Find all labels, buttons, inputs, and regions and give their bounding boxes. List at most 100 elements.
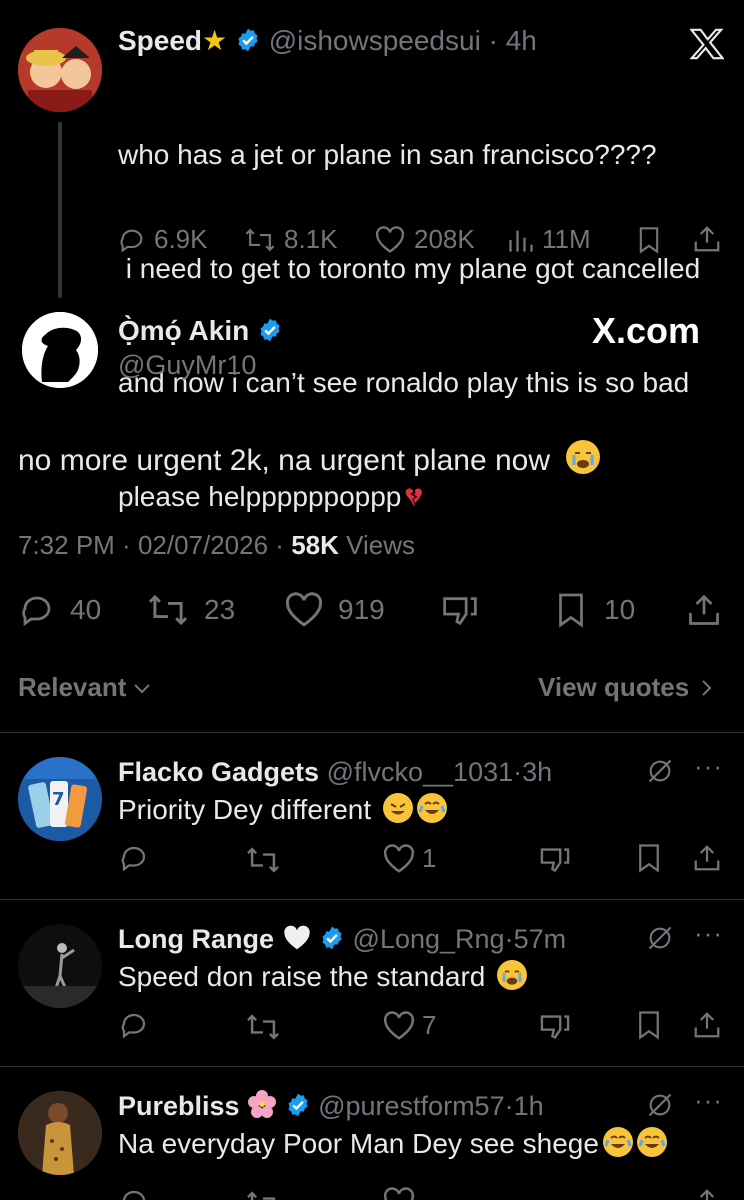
share-icon [689,594,719,625]
views-button[interactable]: 11M [508,224,591,255]
author-name[interactable]: Flacko Gadgets [118,757,319,787]
author-handle[interactable]: @purestform57 [318,1091,504,1121]
main-author-name-row: Ọ̀mọ́ Akin [118,314,283,351]
share-button[interactable] [692,843,722,873]
reply-button[interactable] [118,1187,150,1200]
downvote-button[interactable] [440,594,480,628]
reply-button[interactable] [118,843,150,873]
author-handle[interactable]: @flvcko__1031 [327,757,514,787]
reply-tweet[interactable]: 7 Flacko Gadgets @flvcko__1031·3h ··· Pr… [0,733,744,899]
reply-icon [120,229,143,253]
reply-header: Flacko Gadgets @flvcko__1031·3h [118,755,552,789]
post-time[interactable]: 4h [506,25,537,56]
repost-button[interactable] [244,1012,282,1042]
reply-button[interactable]: 6.9K [118,224,208,255]
main-tweet-text: no more urgent 2k, na urgent plane now [18,444,551,477]
repost-count: 8.1K [284,224,338,254]
bookmark-button[interactable] [636,1010,662,1040]
grok-slash-icon [648,759,672,783]
joy-emoji-icon [636,1127,667,1157]
post-time[interactable]: 1h [514,1091,544,1121]
repost-button[interactable] [244,845,282,875]
view-quotes-link[interactable]: View quotes [538,672,715,703]
bookmark-icon [639,1011,659,1040]
downvote-icon [540,848,570,872]
bookmark-icon [559,593,583,628]
author-handle[interactable]: @GuyMr10 [118,350,256,381]
parent-tweet[interactable]: Speed★ @ishowspeedsui · 4h who has a jet… [0,0,744,512]
share-button[interactable] [692,1187,722,1200]
author-handle[interactable]: @ishowspeedsui [269,25,481,56]
avatar[interactable] [18,1091,102,1175]
sort-dropdown[interactable]: Relevant [18,672,152,703]
heart-icon [285,592,323,627]
share-icon [699,1189,715,1200]
crying-face-icon [566,440,601,474]
author-name[interactable]: Ọ̀mọ́ Akin [118,315,249,346]
downvote-icon [540,1015,570,1039]
joy-emoji-icon [416,793,447,823]
author-handle[interactable]: @Long_Rng [353,924,505,954]
verified-badge-icon [257,317,283,351]
reply-text: Priority Dey different [118,794,372,825]
author-name[interactable]: Long Range [118,924,274,954]
author-name[interactable]: Purebliss [118,1091,240,1121]
reply-count: 40 [70,594,102,625]
main-tweet-text-row: no more urgent 2k, na urgent plane now [18,440,601,478]
reply-tweet[interactable]: Long Range @Long_Rng·57m ··· Speed don r… [0,900,744,1066]
more-options-icon[interactable]: ··· [694,751,723,782]
avatar[interactable]: 7 [18,757,102,841]
like-button[interactable]: 7 [382,1010,436,1041]
separator-dot: · [114,530,138,560]
post-time[interactable]: 7:32 PM [18,530,115,560]
separator-dot: · [268,530,292,560]
bookmark-button[interactable] [636,843,662,873]
downvote-button[interactable] [538,1012,572,1042]
x-logo-icon[interactable] [690,28,724,60]
broken-heart-downvote-icon [443,597,477,626]
post-time[interactable]: 3h [522,757,552,787]
repost-button[interactable] [244,1189,282,1200]
repost-button[interactable]: 23 [146,592,235,628]
post-time[interactable]: 57m [514,924,567,954]
bookmark-button[interactable]: 10 [556,592,635,628]
reply-icon [122,1190,146,1200]
heart-icon [383,843,415,873]
avatar-image [18,924,102,1008]
avatar[interactable] [18,28,102,112]
star-icon: ★ [202,25,228,56]
sort-label: Relevant [18,672,127,702]
repost-count: 23 [204,594,236,625]
chevron-right-icon [702,679,712,696]
reply-button[interactable] [118,1010,150,1040]
grok-icon[interactable] [646,924,674,952]
verified-badge-icon [319,925,345,959]
cherry-blossom-icon [247,1089,277,1127]
more-options-icon[interactable]: ··· [694,918,723,949]
share-button[interactable] [692,224,722,254]
grok-icon[interactable] [646,1091,674,1119]
reply-button[interactable]: 40 [18,592,101,628]
avatar[interactable] [18,924,102,1008]
like-button[interactable]: 919 [284,592,385,628]
bookmark-button[interactable] [636,226,662,254]
like-button[interactable] [382,1187,416,1200]
bookmark-icon [639,844,659,873]
avatar-image: 7 [18,757,102,841]
text-line: i need to get to toronto my plane got ca… [118,253,701,284]
downvote-button[interactable] [538,845,572,875]
share-button[interactable] [692,1010,722,1040]
reply-tweet[interactable]: Purebliss @purestform57·1h ··· Na everyd… [0,1067,744,1200]
like-button[interactable]: 208K [374,224,475,255]
author-name[interactable]: Speed [118,25,202,56]
more-options-icon[interactable]: ··· [694,1085,723,1116]
x-com-watermark: X.com [592,310,701,351]
share-button[interactable] [686,592,722,628]
post-meta: 7:32 PM · 02/07/2026 · 58K Views [18,530,415,561]
avatar[interactable] [22,312,98,388]
repost-button[interactable]: 8.1K [244,224,338,255]
share-icon [694,845,720,871]
post-date[interactable]: 02/07/2026 [138,530,268,560]
like-button[interactable]: 1 [382,843,436,874]
grok-icon[interactable] [646,757,674,785]
